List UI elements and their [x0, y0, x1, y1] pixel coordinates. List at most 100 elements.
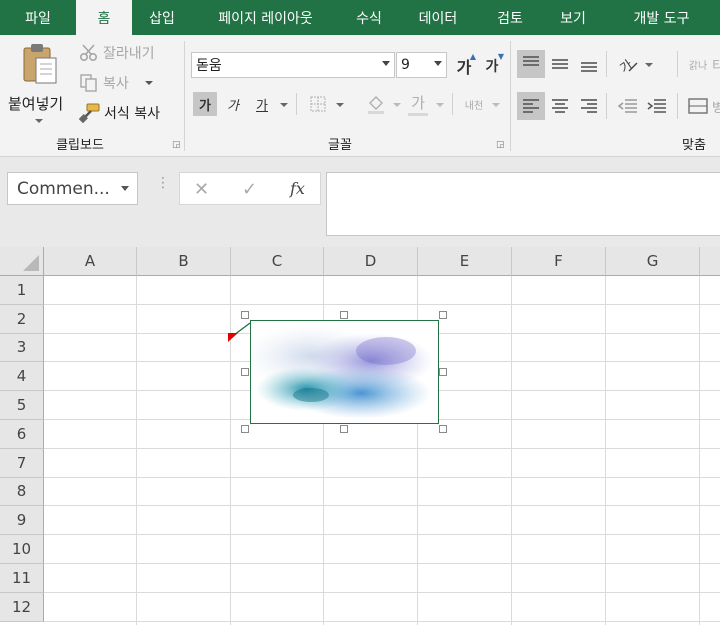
align-middle-button[interactable]	[548, 52, 572, 76]
insert-function-button[interactable]: fx	[290, 179, 305, 198]
phonetic-guide-button[interactable]: 내천	[462, 92, 486, 116]
resize-handle-right[interactable]	[439, 368, 447, 376]
paste-dropdown-arrow[interactable]	[35, 119, 43, 123]
orientation-dropdown-arrow[interactable]	[645, 63, 653, 67]
paste-button[interactable]: 붙여넣기	[6, 41, 72, 127]
copy-button[interactable]: 복사	[79, 73, 153, 93]
text-orientation-icon: 가	[618, 58, 638, 74]
underline-dropdown-arrow[interactable]	[280, 103, 288, 107]
selected-picture[interactable]	[250, 320, 439, 424]
phonetic-guide-glyph: 내천	[464, 100, 484, 112]
fill-color-dropdown-arrow[interactable]	[393, 103, 401, 107]
row-header-7[interactable]: 7	[0, 448, 44, 478]
tab-page-layout[interactable]: 페이지 레이아웃	[192, 0, 339, 35]
underline-button[interactable]: 가	[250, 92, 274, 116]
italic-button[interactable]: 가	[221, 92, 245, 116]
tab-data[interactable]: 데이터	[399, 0, 477, 35]
font-name-value: 돋움	[196, 58, 222, 74]
orientation-button[interactable]: 가	[616, 52, 640, 76]
group-divider	[606, 93, 607, 119]
select-all-button[interactable]	[0, 247, 44, 276]
column-header-g[interactable]: G	[606, 247, 700, 276]
enter-entry-button[interactable]: ✓	[242, 179, 257, 200]
format-painter-button[interactable]: 서식 복사	[79, 103, 160, 123]
tab-home[interactable]: 홈	[76, 0, 132, 36]
borders-button[interactable]	[306, 92, 330, 116]
align-right-button[interactable]	[577, 94, 601, 118]
column-header-a[interactable]: A	[44, 247, 137, 276]
cut-button[interactable]: 잘라내기	[79, 43, 155, 63]
tab-insert[interactable]: 삽입	[132, 0, 192, 35]
bold-button[interactable]: 가	[193, 92, 217, 116]
wrap-text-button[interactable]: 갉나	[686, 52, 710, 76]
formula-input[interactable]	[326, 172, 720, 236]
resize-handle-top-right[interactable]	[439, 311, 447, 319]
font-dialog-launcher[interactable]: ◲	[496, 140, 505, 150]
copy-dropdown-arrow[interactable]	[144, 81, 153, 85]
resize-handle-top[interactable]	[340, 311, 348, 319]
name-box-dropdown-arrow[interactable]	[121, 186, 129, 191]
increase-indent-icon	[647, 99, 666, 113]
align-bottom-button[interactable]	[577, 52, 601, 76]
row-header-12[interactable]: 12	[0, 592, 44, 622]
cancel-entry-button[interactable]: ✕	[194, 179, 209, 200]
align-top-button[interactable]	[517, 50, 545, 78]
row-header-10[interactable]: 10	[0, 535, 44, 564]
cut-label: 잘라내기	[103, 46, 155, 62]
resize-handle-top-left[interactable]	[241, 311, 249, 319]
increase-indent-button[interactable]	[645, 94, 669, 118]
name-box[interactable]: Commen...	[7, 172, 138, 205]
select-all-triangle-icon	[23, 255, 39, 271]
row-header-3[interactable]: 3	[0, 333, 44, 363]
copy-label: 복사	[103, 76, 129, 92]
phonetic-dropdown-arrow[interactable]	[492, 103, 500, 107]
column-header-e[interactable]: E	[418, 247, 512, 276]
column-header-c[interactable]: C	[231, 247, 324, 276]
decrease-indent-button[interactable]	[616, 94, 640, 118]
row-header-9[interactable]: 9	[0, 506, 44, 536]
increase-font-size-button[interactable]: 가 ▲	[452, 52, 476, 78]
row-header-5[interactable]: 5	[0, 391, 44, 420]
fill-color-button[interactable]	[364, 92, 388, 116]
column-header-d[interactable]: D	[324, 247, 418, 276]
ribbon-home: 붙여넣기 잘라내기 복사 서식 복사 클립보드 ◲ 돋움 9 가 ▲ 가 ▼ 가…	[0, 35, 720, 157]
tab-view[interactable]: 보기	[543, 0, 603, 35]
tab-file[interactable]: 파일	[0, 0, 76, 35]
resize-handle-bottom-right[interactable]	[439, 425, 447, 433]
row-header-1[interactable]: 1	[0, 276, 44, 305]
align-center-button[interactable]	[548, 94, 572, 118]
tab-developer[interactable]: 개발 도구	[603, 0, 720, 35]
column-gridline	[605, 276, 606, 625]
font-color-dropdown-arrow[interactable]	[436, 103, 444, 107]
column-header-f[interactable]: F	[512, 247, 606, 276]
font-name-combo[interactable]: 돋움	[191, 52, 395, 78]
column-header-overflow	[700, 247, 720, 276]
row-header-11[interactable]: 11	[0, 564, 44, 593]
resize-handle-bottom[interactable]	[340, 425, 348, 433]
row-header-8[interactable]: 8	[0, 477, 44, 507]
merge-center-button[interactable]	[686, 94, 710, 118]
wrap-text-glyph: 갉나	[688, 60, 708, 72]
row-header-2[interactable]: 2	[0, 304, 44, 334]
row-gridline	[44, 534, 720, 536]
decrease-font-size-button[interactable]: 가 ▼	[480, 52, 504, 78]
resize-handle-left[interactable]	[241, 368, 249, 376]
resize-handle-bottom-left[interactable]	[241, 425, 249, 433]
group-divider	[677, 51, 678, 77]
tab-review[interactable]: 검토	[477, 0, 543, 35]
font-size-dropdown-arrow	[434, 61, 442, 66]
borders-dropdown-arrow[interactable]	[336, 103, 344, 107]
align-bottom-icon	[581, 62, 597, 72]
formula-bar-grip[interactable]: ⋮	[156, 176, 170, 190]
clipboard-dialog-launcher[interactable]: ◲	[172, 140, 181, 150]
font-size-combo[interactable]: 9	[396, 52, 447, 78]
row-header-6[interactable]: 6	[0, 420, 44, 449]
worksheet-grid[interactable]: A B C D E F G 1 2 3 4 5 6 7 8 9 10 11 12	[0, 247, 720, 625]
row-gridline	[44, 620, 720, 622]
column-header-b[interactable]: B	[137, 247, 231, 276]
align-left-button[interactable]	[517, 92, 545, 120]
row-header-4[interactable]: 4	[0, 362, 44, 392]
font-color-button[interactable]: 가	[406, 90, 430, 116]
tab-formulas[interactable]: 수식	[339, 0, 399, 35]
caret-up-icon: ▲	[469, 52, 476, 61]
